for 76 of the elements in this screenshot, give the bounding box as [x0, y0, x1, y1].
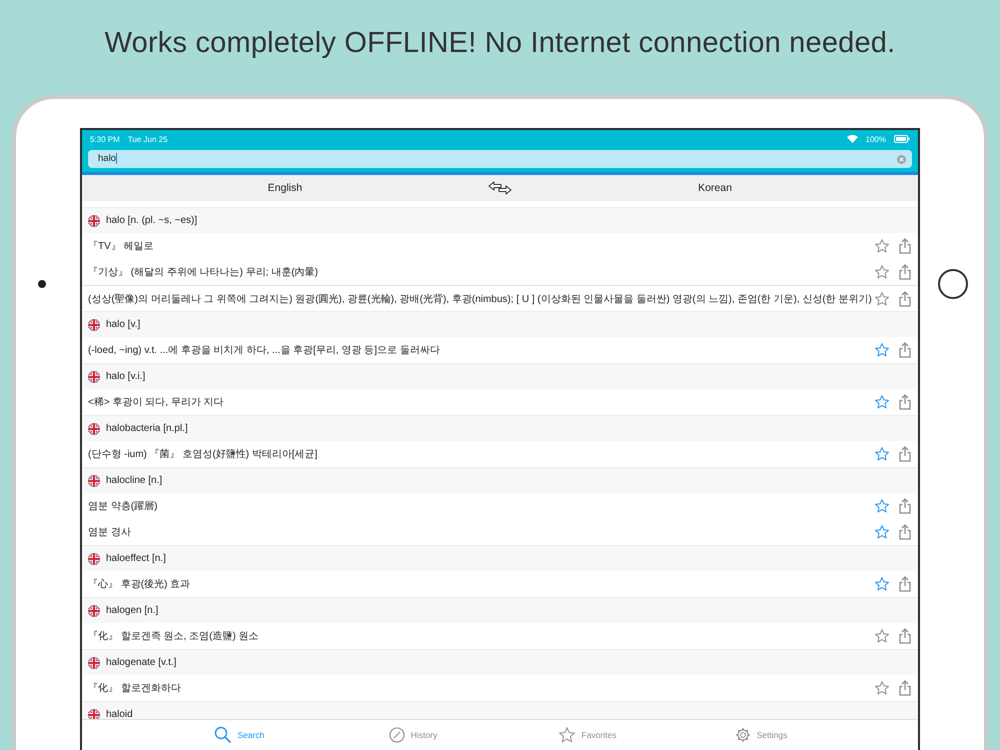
- headword: halocline [n.]: [106, 475, 162, 486]
- camera-icon: [38, 280, 46, 288]
- favorite-star-icon[interactable]: [874, 264, 890, 280]
- headword-row[interactable]: halobacteria [n.pl.]: [82, 415, 918, 441]
- favorite-star-icon[interactable]: [874, 524, 890, 540]
- uk-flag-icon: [88, 656, 100, 668]
- share-icon[interactable]: [898, 264, 912, 280]
- clear-icon[interactable]: [897, 154, 906, 164]
- definition-text: (성상(聖像)의 머리둘레나 그 위쪽에 그려지는) 원광(圓光), 광륜(光輪), 광배(光背), 후광(nimbus); [ U ] (이상화된 인물사물을 둘러싼) 영광(의 느낌), 존엄(한 기운), 신성(한 분위기): [88, 292, 873, 306]
- favorite-star-icon[interactable]: [874, 238, 890, 254]
- home-button[interactable]: [938, 269, 968, 299]
- definition-text: (-loed, ~ing) v.t. ...에 후광을 비치게 하다, ...을 후광[무리, 영광 등]으로 둘러싸다: [88, 344, 441, 357]
- definition-text: 『기상』 (해달의 주위에 나타나는) 무리; 내훈(內暈): [88, 266, 319, 279]
- definition-text: 『化』 할로겐족 원소, 조염(造鹽) 원소: [88, 630, 260, 643]
- share-icon[interactable]: [898, 576, 912, 592]
- headword-row[interactable]: halogenate [v.t.]: [82, 649, 918, 675]
- search-icon: [214, 726, 232, 744]
- share-icon[interactable]: [898, 680, 912, 696]
- target-language[interactable]: Korean: [512, 182, 918, 194]
- share-icon[interactable]: [898, 290, 912, 306]
- star-icon: [558, 726, 576, 744]
- swap-icon[interactable]: [488, 181, 512, 195]
- source-language[interactable]: English: [82, 182, 488, 194]
- headword-row[interactable]: halo [n. (pl. ~s, ~es)]: [82, 207, 918, 233]
- uk-flag-icon: [88, 552, 100, 564]
- share-icon[interactable]: [898, 394, 912, 410]
- headword: halogen [n.]: [106, 605, 158, 616]
- headword-row[interactable]: halo [v.]: [82, 311, 918, 337]
- battery-percent: 100%: [866, 134, 886, 144]
- definition-text: 『心』 후광(後光) 효과: [88, 578, 192, 591]
- headword: halo [v.i.]: [106, 371, 146, 382]
- headword: halo [v.]: [106, 319, 140, 330]
- headline: Works completely OFFLINE! No Internet connection needed.: [104, 27, 896, 60]
- favorite-star-icon[interactable]: [874, 342, 890, 358]
- battery-icon: [894, 135, 910, 143]
- wifi-icon: [846, 135, 858, 143]
- headword-row[interactable]: haloid: [82, 701, 918, 719]
- definition-text: 『TV』 헤일로: [88, 240, 155, 253]
- favorite-star-icon[interactable]: [874, 498, 890, 514]
- headword-row[interactable]: halogen [n.]: [82, 597, 918, 623]
- share-icon[interactable]: [898, 238, 912, 254]
- share-icon[interactable]: [898, 446, 912, 462]
- headword: haloeffect [n.]: [106, 553, 166, 564]
- headword-row[interactable]: haloeffect [n.]: [82, 545, 918, 571]
- share-icon[interactable]: [898, 498, 912, 514]
- uk-flag-icon: [88, 318, 100, 330]
- compass-icon: [388, 727, 405, 743]
- definition-text: (단수형 -ium) 『菌』 호염성(好鹽性) 박테리아[세균]: [88, 448, 318, 461]
- headword: halobacteria [n.pl.]: [106, 423, 188, 434]
- uk-flag-icon: [88, 370, 100, 382]
- headword: haloid: [106, 709, 133, 719]
- uk-flag-icon: [88, 604, 100, 616]
- share-icon[interactable]: [898, 342, 912, 358]
- uk-flag-icon: [88, 214, 100, 226]
- headword: halogenate [v.t.]: [106, 657, 176, 668]
- search-field[interactable]: halo: [88, 150, 912, 168]
- share-icon[interactable]: [898, 628, 912, 644]
- favorite-star-icon[interactable]: [874, 680, 890, 696]
- headword: halo [n. (pl. ~s, ~es)]: [106, 215, 198, 226]
- share-icon[interactable]: [898, 524, 912, 540]
- uk-flag-icon: [88, 422, 100, 434]
- favorite-star-icon[interactable]: [874, 446, 890, 462]
- headword-row[interactable]: halocline [n.]: [82, 467, 918, 493]
- favorite-star-icon[interactable]: [874, 576, 890, 592]
- favorite-star-icon[interactable]: [874, 394, 890, 410]
- status-date: Tue Jun 25: [128, 134, 168, 144]
- favorite-star-icon[interactable]: [874, 628, 890, 644]
- headword-row[interactable]: halo [v.i.]: [82, 363, 918, 389]
- uk-flag-icon: [88, 474, 100, 486]
- favorite-star-icon[interactable]: [874, 290, 890, 306]
- definition-text: <稀> 후광이 되다, 무리가 지다: [88, 396, 225, 409]
- definition-text: 『化』 할로겐화하다: [88, 682, 182, 695]
- definition-text: 염분 경사: [88, 526, 132, 539]
- status-time: 5:30 PM: [90, 134, 120, 144]
- definition-text: 염분 약층(躍層): [88, 500, 158, 513]
- settings-icon: [734, 727, 751, 743]
